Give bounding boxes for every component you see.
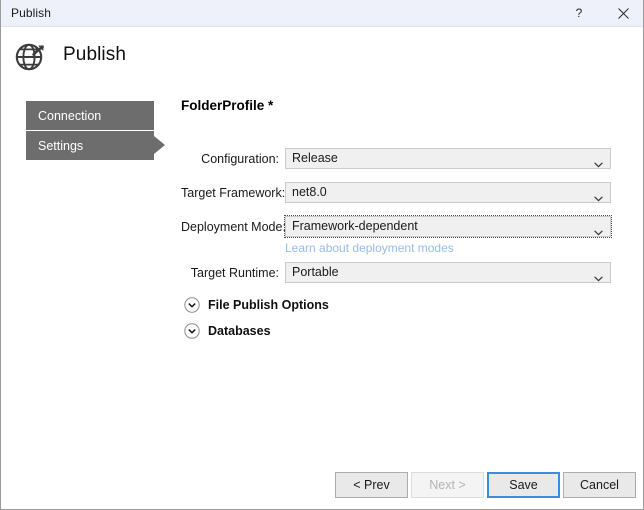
close-icon <box>618 8 629 19</box>
question-mark-icon: ? <box>576 6 583 20</box>
sidebar-item-connection[interactable]: Connection <box>26 101 154 130</box>
publish-dialog: Publish ? Publish <box>0 0 644 510</box>
cancel-button[interactable]: Cancel <box>563 472 636 498</box>
field-row-deployment-mode: Deployment Mode: Framework-dependent <box>181 216 611 238</box>
target-runtime-dropdown[interactable]: Portable <box>285 262 611 283</box>
chevron-down-circle-icon <box>184 323 200 339</box>
configuration-value: Release <box>292 149 338 168</box>
configuration-label: Configuration: <box>181 148 279 170</box>
target-framework-dropdown[interactable]: net8.0 <box>285 182 611 203</box>
learn-about-deployment-modes-link[interactable]: Learn about deployment modes <box>285 241 454 255</box>
help-button[interactable]: ? <box>557 0 601 26</box>
deployment-mode-dropdown[interactable]: Framework-dependent <box>285 216 611 237</box>
expander-label: File Publish Options <box>208 298 329 312</box>
target-runtime-value: Portable <box>292 263 339 282</box>
dialog-footer: < Prev Next > Save Cancel <box>1 462 644 509</box>
settings-panel: FolderProfile * Configuration: Release T… <box>181 96 621 116</box>
sidebar-item-label: Connection <box>38 109 101 123</box>
expander-label: Databases <box>208 324 271 338</box>
target-framework-value: net8.0 <box>292 183 327 202</box>
chevron-down-circle-icon <box>184 297 200 313</box>
target-framework-label: Target Framework: <box>181 182 279 204</box>
field-row-configuration: Configuration: Release <box>181 148 611 170</box>
sidebar-item-label: Settings <box>38 139 83 153</box>
window-title: Publish <box>11 6 51 20</box>
field-row-target-runtime: Target Runtime: Portable <box>181 262 611 284</box>
sidebar-nav: Connection Settings <box>26 101 154 160</box>
prev-button[interactable]: < Prev <box>335 472 408 498</box>
expander-databases[interactable]: Databases <box>184 320 271 342</box>
publish-globe-icon <box>14 39 48 73</box>
dialog-header: Publish <box>1 27 644 80</box>
header-title: Publish <box>63 44 126 66</box>
deployment-mode-label: Deployment Mode: <box>181 216 279 238</box>
chevron-down-icon <box>594 189 603 207</box>
sidebar-item-settings[interactable]: Settings <box>26 131 154 160</box>
save-button[interactable]: Save <box>487 472 560 498</box>
configuration-dropdown[interactable]: Release <box>285 148 611 169</box>
close-button[interactable] <box>601 0 644 26</box>
title-bar: Publish ? <box>1 0 644 27</box>
target-runtime-label: Target Runtime: <box>181 262 279 284</box>
next-button[interactable]: Next > <box>411 472 484 498</box>
field-row-target-framework: Target Framework: net8.0 <box>181 182 611 204</box>
chevron-down-icon <box>594 223 603 241</box>
page-title: FolderProfile * <box>181 96 621 116</box>
chevron-down-icon <box>594 269 603 287</box>
expander-file-publish-options[interactable]: File Publish Options <box>184 294 329 316</box>
deployment-mode-value: Framework-dependent <box>292 217 418 236</box>
chevron-down-icon <box>594 155 603 173</box>
